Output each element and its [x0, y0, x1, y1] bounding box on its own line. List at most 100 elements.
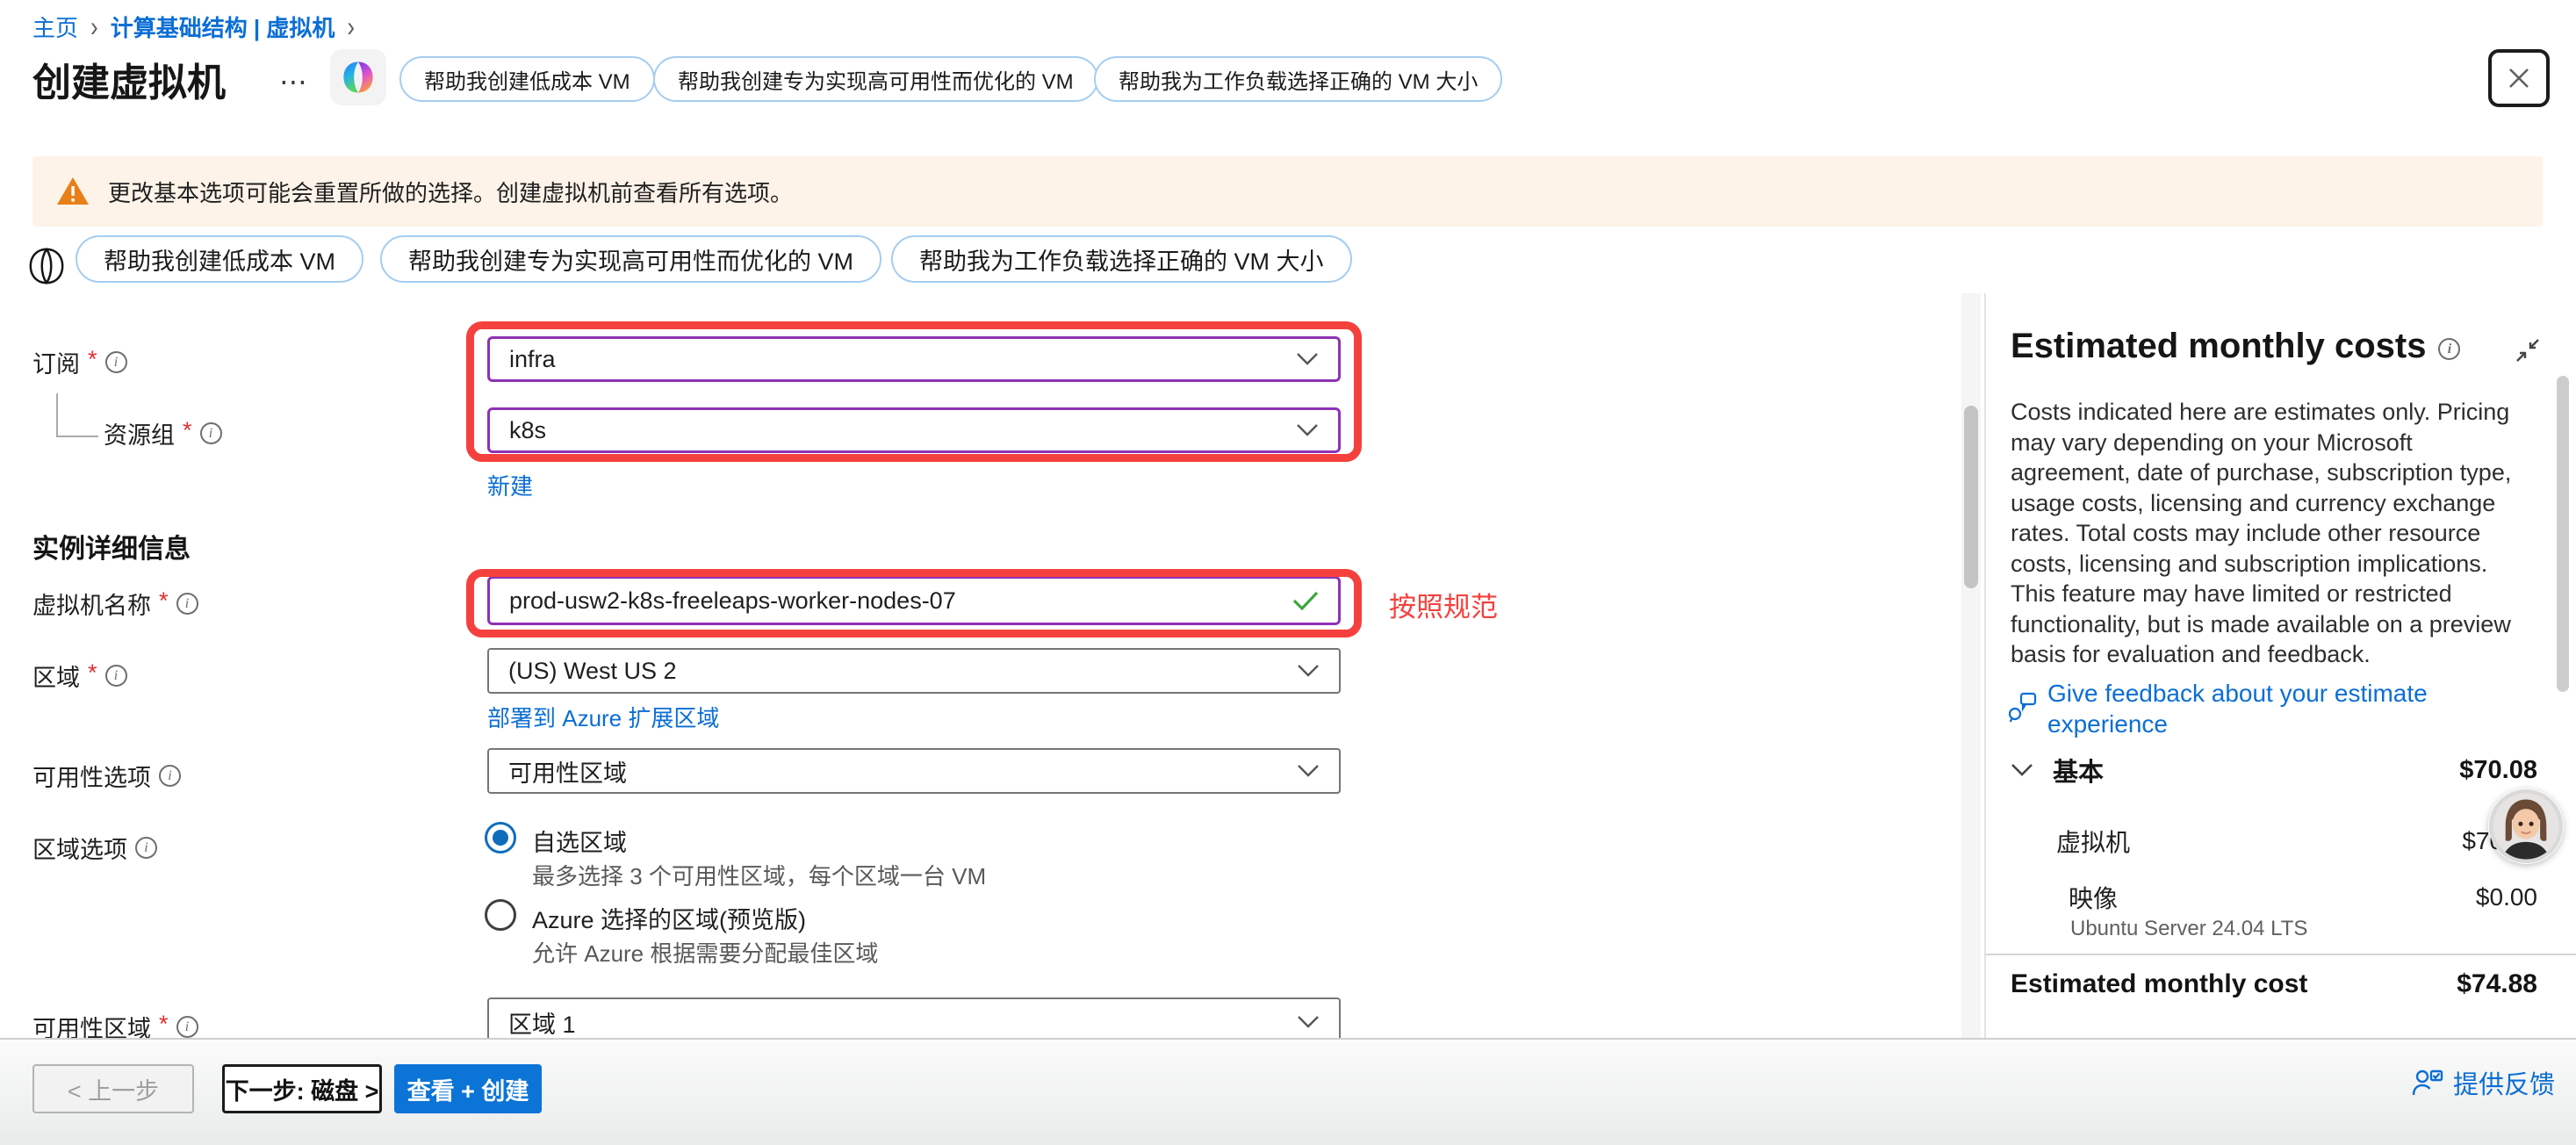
previous-button[interactable]: < 上一步	[32, 1064, 194, 1113]
more-menu-button[interactable]: ⋯	[279, 65, 311, 98]
cost-total-row: Estimated monthly cost $74.88	[2011, 969, 2537, 999]
zone-options-label-text: 区域选项	[32, 831, 127, 865]
suggestion-high-availability-vm-button[interactable]: 帮助我创建专为实现高可用性而优化的 VM	[653, 56, 1098, 102]
required-asterisk: *	[159, 1011, 169, 1038]
zone-option-self-select-radio[interactable]	[485, 822, 516, 853]
next-disks-button[interactable]: 下一步: 磁盘 >	[222, 1064, 382, 1113]
required-asterisk: *	[159, 587, 169, 615]
tree-connector-horizontal	[56, 436, 98, 437]
cost-panel-title-row: Estimated monthly costs i	[2011, 327, 2460, 366]
zone-option-self-select-desc: 最多选择 3 个可用性区域，每个区域一台 VM	[532, 859, 986, 891]
zone-option-self-select-label[interactable]: 自选区域	[532, 824, 627, 858]
radio-dot	[493, 830, 508, 846]
suggestion-right-vm-size-button-2[interactable]: 帮助我为工作负载选择正确的 VM 大小	[891, 235, 1352, 283]
availability-options-label-text: 可用性选项	[32, 759, 151, 793]
collapse-icon	[2513, 335, 2543, 365]
warning-icon	[55, 176, 90, 207]
cost-group-row[interactable]: 基本 $70.08	[2011, 752, 2537, 789]
panel-divider	[1984, 293, 1986, 1038]
breadcrumb-section-link[interactable]: 计算基础结构 | 虚拟机	[111, 11, 335, 43]
availability-options-dropdown[interactable]: 可用性区域	[487, 748, 1341, 794]
cost-item-row: 映像 $0.00	[2069, 880, 2537, 915]
cost-item-name: 虚拟机	[2056, 824, 2130, 859]
info-icon[interactable]: i	[200, 422, 222, 444]
provide-feedback-link-row[interactable]: 提供反馈	[2411, 1064, 2555, 1101]
copilot-button[interactable]	[330, 49, 386, 105]
suggestion-right-vm-size-button[interactable]: 帮助我为工作负载选择正确的 VM 大小	[1094, 56, 1502, 102]
required-asterisk: *	[183, 417, 192, 444]
estimate-feedback-link[interactable]: Give feedback about your estimate experi…	[2047, 678, 2539, 739]
warning-text: 更改基本选项可能会重置所做的选择。创建虚拟机前查看所有选项。	[108, 176, 793, 208]
page-title: 创建虚拟机	[32, 51, 226, 107]
info-icon[interactable]: i	[105, 665, 127, 687]
subscription-dropdown[interactable]: infra	[487, 336, 1341, 382]
chevron-down-icon	[2011, 763, 2033, 777]
cost-group-amount: $70.08	[2459, 756, 2537, 785]
zone-option-azure-select-label[interactable]: Azure 选择的区域(预览版)	[532, 901, 806, 935]
collapse-panel-button[interactable]	[2513, 335, 2543, 370]
footer-bar: < 上一步 下一步: 磁盘 > 查看 + 创建 提供反馈	[0, 1038, 2576, 1145]
chevron-down-icon	[1297, 1015, 1320, 1029]
required-asterisk: *	[88, 346, 97, 373]
resource-group-label: 资源组 * i	[104, 416, 222, 450]
assistant-avatar[interactable]	[2488, 789, 2564, 864]
suggestion-high-availability-vm-button-2[interactable]: 帮助我创建专为实现高可用性而优化的 VM	[380, 235, 881, 283]
info-icon[interactable]: i	[2438, 338, 2460, 360]
resource-group-dropdown[interactable]: k8s	[487, 407, 1341, 453]
info-icon[interactable]: i	[135, 837, 157, 859]
region-value: (US) West US 2	[508, 658, 1297, 685]
chevron-down-icon	[1296, 423, 1319, 437]
valid-check-icon	[1292, 590, 1319, 611]
cost-group-name: 基本	[2053, 752, 2104, 789]
suggestion-low-cost-vm-button-2[interactable]: 帮助我创建低成本 VM	[76, 235, 363, 283]
copilot-icon	[340, 59, 377, 96]
panel-scrollbar-thumb[interactable]	[2557, 376, 2569, 692]
subscription-label: 订阅 * i	[32, 345, 127, 379]
subscription-label-text: 订阅	[32, 345, 80, 379]
deploy-extended-zones-link[interactable]: 部署到 Azure 扩展区域	[487, 701, 719, 733]
cost-panel-disclaimer: Costs indicated here are estimates only.…	[2011, 397, 2537, 670]
avatar-image	[2488, 789, 2564, 864]
region-label-text: 区域	[32, 659, 80, 693]
feedback-bubbles-icon	[2007, 690, 2039, 725]
instance-details-heading: 实例详细信息	[32, 527, 191, 565]
availability-options-value: 可用性区域	[508, 754, 1297, 789]
provide-feedback-label: 提供反馈	[2453, 1064, 2555, 1101]
vm-name-input[interactable]: prod-usw2-k8s-freeleaps-worker-nodes-07	[487, 576, 1341, 625]
subscription-value: infra	[509, 346, 1296, 373]
main-scrollbar-thumb[interactable]	[1964, 406, 1978, 588]
copilot-outline-icon	[26, 246, 67, 286]
resource-group-label-text: 资源组	[104, 416, 175, 450]
cost-item-subtext: Ubuntu Server 24.04 LTS	[2070, 917, 2307, 941]
close-button[interactable]	[2488, 49, 2550, 107]
cost-item-amount: $0.00	[2476, 883, 2537, 911]
estimate-feedback-link-row: Give feedback about your estimate experi…	[2007, 678, 2539, 739]
vm-name-value: prod-usw2-k8s-freeleaps-worker-nodes-07	[509, 587, 1292, 615]
info-icon[interactable]: i	[176, 1016, 198, 1038]
region-dropdown[interactable]: (US) West US 2	[487, 648, 1341, 694]
chevron-right-icon: ›	[347, 10, 355, 44]
breadcrumb: 主页 › 计算基础结构 | 虚拟机 ›	[32, 11, 355, 43]
review-create-button[interactable]: 查看 + 创建	[394, 1064, 542, 1113]
copilot-outline-button[interactable]	[26, 246, 67, 291]
close-icon	[2506, 65, 2532, 91]
availability-zones-value: 区域 1	[508, 1005, 1297, 1040]
create-new-resource-group-link[interactable]: 新建	[487, 469, 533, 501]
chevron-right-icon: ›	[90, 10, 98, 44]
info-icon[interactable]: i	[159, 765, 181, 787]
vm-name-label: 虚拟机名称 * i	[32, 587, 198, 621]
info-icon[interactable]: i	[105, 351, 127, 373]
suggestion-low-cost-vm-button[interactable]: 帮助我创建低成本 VM	[399, 56, 655, 102]
cost-panel-title: Estimated monthly costs	[2011, 327, 2426, 366]
vm-name-label-text: 虚拟机名称	[32, 587, 151, 621]
zone-options-label: 区域选项 i	[32, 831, 157, 865]
person-feedback-icon	[2411, 1068, 2444, 1098]
resource-group-value: k8s	[509, 417, 1296, 444]
cost-item-row: 虚拟机 $70.08	[2056, 824, 2537, 859]
annotation-text: 按照规范	[1389, 585, 1498, 624]
breadcrumb-home-link[interactable]: 主页	[32, 11, 78, 43]
warning-banner: 更改基本选项可能会重置所做的选择。创建虚拟机前查看所有选项。	[32, 156, 2543, 227]
zone-option-azure-select-radio[interactable]	[485, 899, 516, 931]
chevron-down-icon	[1296, 352, 1319, 366]
info-icon[interactable]: i	[176, 593, 198, 615]
